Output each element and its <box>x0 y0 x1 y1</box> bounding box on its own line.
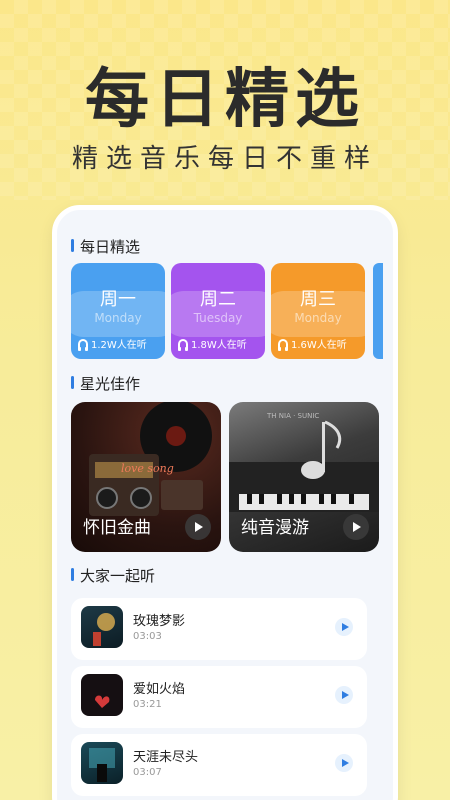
listener-text: 1.6W人在听 <box>291 340 347 351</box>
play-icon <box>353 522 361 532</box>
day-name: 周二 <box>200 289 236 310</box>
phone-frame: 每日精选 周一 Monday 1.2W人在听 周二 Tuesday 1.8W人在… <box>52 205 398 800</box>
page-title: 每日精选 <box>85 63 365 137</box>
svg-text:TH NIA · SUNIC: TH NIA · SUNIC <box>266 412 319 420</box>
list-item[interactable]: 爱如火焰 03:21 <box>71 666 367 728</box>
feature-label: 怀旧金曲 <box>83 518 151 538</box>
svg-text:love song: love song <box>121 462 174 475</box>
headphones-icon <box>78 339 88 351</box>
feature-card-piano[interactable]: TH NIA · SUNIC 纯音漫游 <box>229 402 379 552</box>
day-card-next-peek[interactable] <box>373 263 383 359</box>
headphones-icon <box>278 339 288 351</box>
day-name: 周三 <box>300 289 336 310</box>
play-button[interactable] <box>343 514 369 540</box>
headphones-icon <box>178 339 188 351</box>
day-english: Tuesday <box>193 311 243 325</box>
song-title: 玫瑰梦影 <box>133 614 186 629</box>
play-icon <box>341 691 349 699</box>
play-button[interactable] <box>335 686 353 704</box>
listener-text: 1.8W人在听 <box>191 340 247 351</box>
day-name: 周一 <box>100 289 136 310</box>
song-duration: 03:21 <box>133 699 162 710</box>
song-cover <box>81 606 123 648</box>
list-item[interactable]: 天涯未尽头 03:07 <box>71 734 367 796</box>
section-title-together: 大家一起听 <box>71 565 155 586</box>
song-title: 天涯未尽头 <box>133 750 199 765</box>
page-subtitle: 精选音乐每日不重样 <box>71 144 378 174</box>
play-button[interactable] <box>185 514 211 540</box>
listener-text: 1.2W人在听 <box>91 340 147 351</box>
section-title-daily: 每日精选 <box>71 236 140 257</box>
song-duration: 03:03 <box>133 631 162 642</box>
listener-count: 1.2W人在听 <box>78 336 147 351</box>
play-button[interactable] <box>335 754 353 772</box>
play-icon <box>341 623 349 631</box>
song-cover <box>81 674 123 716</box>
song-title: 爱如火焰 <box>133 682 186 697</box>
day-english: Monday <box>94 311 142 325</box>
play-icon <box>195 522 203 532</box>
play-icon <box>341 759 349 767</box>
day-card-wednesday[interactable]: 周三 Monday 1.6W人在听 <box>271 263 365 359</box>
feature-label: 纯音漫游 <box>241 518 309 538</box>
daily-cards: 周一 Monday 1.2W人在听 周二 Tuesday 1.8W人在听 周三 … <box>71 263 393 359</box>
play-button[interactable] <box>335 618 353 636</box>
day-card-tuesday[interactable]: 周二 Tuesday 1.8W人在听 <box>171 263 265 359</box>
listener-count: 1.8W人在听 <box>178 336 247 351</box>
listener-count: 1.6W人在听 <box>278 336 347 351</box>
day-english: Monday <box>294 311 342 325</box>
song-cover <box>81 742 123 784</box>
list-item[interactable]: 玫瑰梦影 03:03 <box>71 598 367 660</box>
feature-card-retro[interactable]: love song 怀旧金曲 <box>71 402 221 552</box>
day-card-monday[interactable]: 周一 Monday 1.2W人在听 <box>71 263 165 359</box>
song-duration: 03:07 <box>133 767 162 778</box>
section-title-starlight: 星光佳作 <box>71 373 140 394</box>
